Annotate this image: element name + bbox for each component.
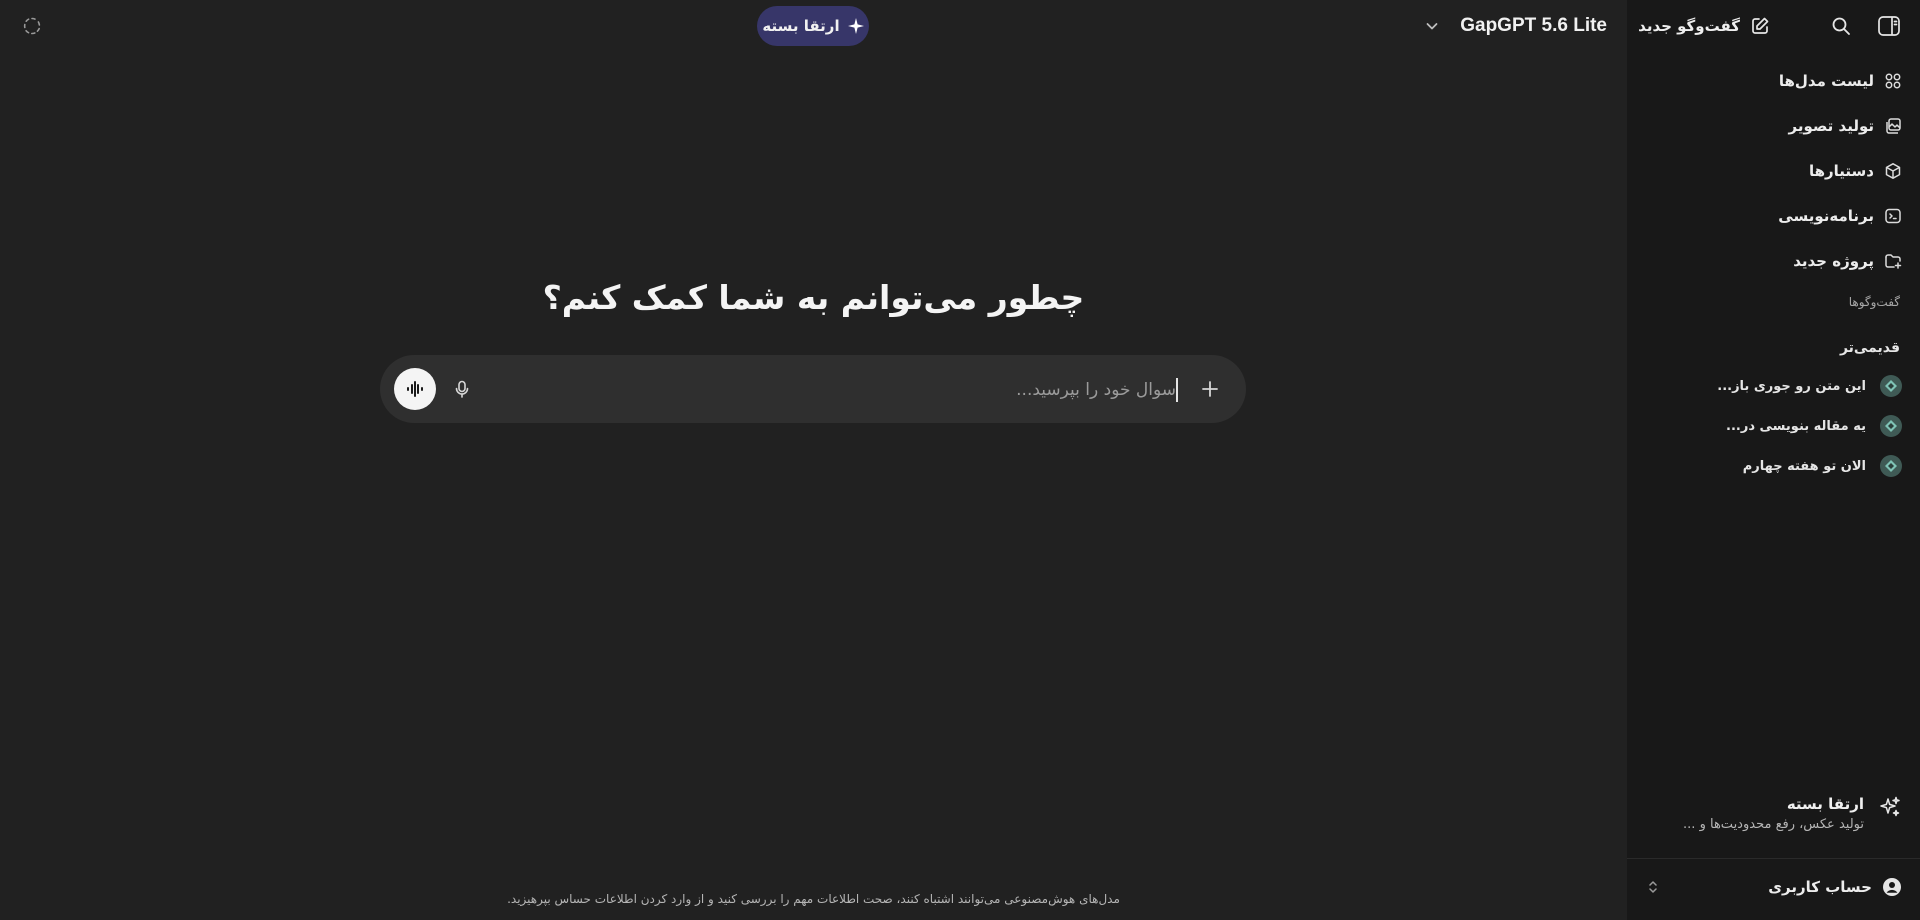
app: ارتقا بسته GapGPT 5.6 Lite چطور می‌توانم… (0, 0, 1920, 920)
model-gem-icon (1880, 455, 1902, 477)
upgrade-card-subtitle: تولید عکس، رفع محدودیت‌ها و ... (1683, 817, 1864, 832)
upgrade-plan-card[interactable]: ارتقا بسته تولید عکس، رفع محدودیت‌ها و .… (1627, 785, 1920, 845)
history-item-title: این متن رو جوری باز... (1717, 378, 1866, 394)
page-title: چطور می‌توانم به شما کمک کنم؟ (542, 278, 1085, 317)
terminal-icon (1884, 207, 1902, 225)
model-name: GapGPT 5.6 Lite (1460, 15, 1607, 36)
grid-icon (1884, 72, 1902, 90)
sidebar: گفت‌وگو جدید لیست مدل‌ها تولید تصویر (1627, 0, 1920, 920)
history-item-title: الان تو هفته چهارم (1742, 458, 1866, 474)
sidebar-header: گفت‌وگو جدید (1627, 0, 1920, 52)
edit-icon (1750, 16, 1770, 36)
history-item[interactable]: یه مقاله بنویسی در... (1627, 406, 1920, 446)
sidebar-item-image-generation[interactable]: تولید تصویر (1627, 103, 1920, 148)
history-item[interactable]: الان تو هفته چهارم (1627, 446, 1920, 486)
text-caret (1176, 378, 1178, 402)
main-area: ارتقا بسته GapGPT 5.6 Lite چطور می‌توانم… (0, 0, 1627, 920)
sidebar-item-label: لیست مدل‌ها (1778, 71, 1874, 90)
image-icon (1884, 117, 1902, 135)
section-label-chats: گفت‌وگوها (1848, 295, 1900, 309)
voice-mode-button[interactable] (394, 368, 436, 410)
cube-icon (1884, 162, 1902, 180)
sidebar-item-assistants[interactable]: دستیارها (1627, 148, 1920, 193)
prompt-placeholder: سوال خود را بپرسید... (1016, 380, 1176, 400)
section-label-older: قدیمی‌تر (1839, 340, 1900, 356)
chevron-updown-icon (1647, 879, 1659, 895)
search-icon[interactable] (1830, 15, 1852, 37)
account-button[interactable]: حساب کاربری (1627, 868, 1920, 906)
account-label: حساب کاربری (1768, 878, 1872, 896)
microphone-icon[interactable] (450, 377, 474, 401)
sparkle-icon (847, 18, 864, 34)
sidebar-item-label: تولید تصویر (1788, 116, 1874, 135)
upgrade-button-label: ارتقا بسته (762, 17, 840, 35)
new-chat-label: گفت‌وگو جدید (1638, 17, 1740, 35)
new-chat-button[interactable]: گفت‌وگو جدید (1638, 12, 1770, 40)
sidebar-toggle-icon[interactable] (1876, 14, 1902, 38)
plus-icon[interactable] (1198, 377, 1222, 401)
composer: سوال خود را بپرسید... (380, 355, 1246, 423)
sidebar-divider (1627, 858, 1920, 859)
history-item[interactable]: این متن رو جوری باز... (1627, 366, 1920, 406)
sidebar-item-new-project[interactable]: پروژه جدید (1627, 238, 1920, 283)
sidebar-item-label: برنامه‌نویسی (1778, 206, 1874, 225)
model-selector[interactable]: GapGPT 5.6 Lite (1424, 10, 1607, 42)
sidebar-item-models[interactable]: لیست مدل‌ها (1627, 58, 1920, 103)
upgrade-card-title: ارتقا بسته (1786, 795, 1864, 813)
history-item-title: یه مقاله بنویسی در... (1726, 418, 1866, 434)
upgrade-button[interactable]: ارتقا بسته (757, 6, 869, 46)
sparkles-icon (1878, 795, 1902, 819)
model-gem-icon (1880, 415, 1902, 437)
upgrade-card-text: ارتقا بسته تولید عکس، رفع محدودیت‌ها و .… (1683, 795, 1864, 832)
sidebar-item-label: دستیارها (1809, 161, 1874, 180)
sidebar-item-programming[interactable]: برنامه‌نویسی (1627, 193, 1920, 238)
sidebar-nav: لیست مدل‌ها تولید تصویر دستیارها (1627, 58, 1920, 283)
user-avatar-icon (1882, 877, 1902, 897)
dashed-circle-icon[interactable] (22, 16, 42, 36)
folder-plus-icon (1884, 252, 1902, 270)
waveform-icon (407, 381, 423, 397)
model-gem-icon (1880, 375, 1902, 397)
disclaimer-text: مدل‌های هوش‌مصنوعی می‌توانند اشتباه کنند… (507, 892, 1120, 906)
prompt-input[interactable]: سوال خود را بپرسید... (1016, 377, 1178, 403)
chat-history: این متن رو جوری باز... یه مقاله بنویسی د… (1627, 366, 1920, 486)
sidebar-item-label: پروژه جدید (1793, 251, 1874, 270)
chevron-down-icon (1424, 18, 1440, 34)
